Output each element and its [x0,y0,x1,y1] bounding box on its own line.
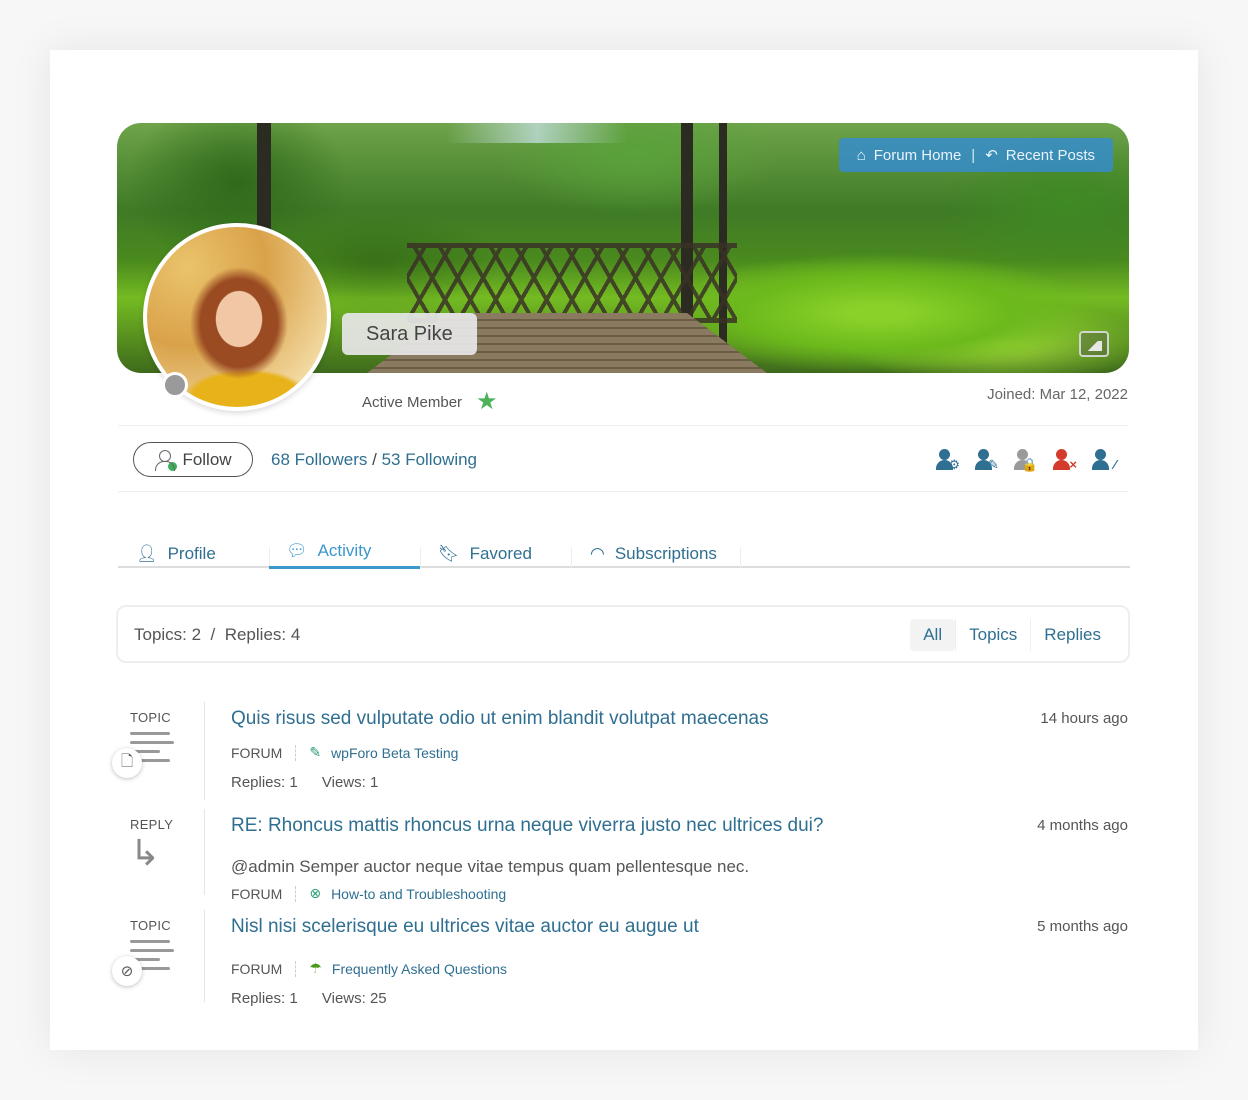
recent-posts-link[interactable]: ↶ Recent Posts [985,146,1095,165]
item-time: 5 months ago [1037,918,1128,935]
follow-counts: 68 Followers / 53 Following [271,450,478,469]
item-type: TOPIC [130,710,171,725]
followers-link[interactable]: 68 Followers [271,450,367,469]
comments-icon: 💬︎ [286,540,308,560]
change-cover-icon[interactable] [1079,331,1109,357]
user-ban-icon[interactable]: × [1053,448,1077,472]
tab-subscriptions[interactable]: ◠ Subscriptions [590,539,717,568]
profile-card: ⌂ Forum Home | ↶ Recent Posts Sara Pike … [50,50,1198,1050]
follow-user-icon [154,449,178,471]
forum-link[interactable]: wpForo Beta Testing [331,745,458,761]
joined-date: Joined: Mar 12, 2022 [987,386,1128,403]
item-stats: Replies: 1 Views: 1 [231,774,379,791]
item-title-link[interactable]: Quis risus sed vulputate odio ut enim bl… [231,708,769,730]
star-icon: ★ [476,388,498,415]
activity-filter: Topics: 2 / Replies: 4 All Topics Replie… [116,605,1130,663]
item-forum: FORUM ☂ Frequently Asked Questions [231,960,507,977]
active-tab-indicator [269,566,420,569]
filter-all[interactable]: All [910,619,956,651]
eye-slash-icon: ⊘ [112,956,142,986]
lifebuoy-icon: ⊗ [309,885,322,901]
tab-favored[interactable]: 🔖︎ Favored [438,539,532,568]
forum-home-link[interactable]: ⌂ Forum Home [857,147,962,164]
item-forum: FORUM ✎ wpForo Beta Testing [231,744,459,761]
forum-link[interactable]: Frequently Asked Questions [332,961,507,977]
user-icon: 👤︎ [136,543,158,563]
reply-arrow-icon: ↳ [130,832,161,873]
item-forum: FORUM ⊗ How-to and Troubleshooting [231,885,507,902]
document-icon: 🗋 [112,748,142,778]
item-title-link[interactable]: Nisl nisi scelerisque eu ultrices vitae … [231,916,699,938]
filter-replies[interactable]: Replies [1030,619,1114,651]
user-lock-icon[interactable]: 🔒 [1014,448,1038,472]
reply-arrow-icon: ↶ [985,147,998,164]
forum-link[interactable]: How-to and Troubleshooting [331,886,506,902]
profile-actions: ⚙ ✎ 🔒 × ⁄ [936,448,1116,472]
pen-icon: ✎ [309,744,322,760]
user-edit-icon[interactable]: ✎ [975,448,999,472]
follow-bar: Follow 68 Followers / 53 Following ⚙ ✎ 🔒 × ⁄ [118,425,1128,492]
following-link[interactable]: 53 Following [382,450,477,469]
rss-icon: ◠ [590,543,605,563]
item-excerpt: @admin Semper auctor neque vitae tempus … [231,857,750,876]
user-settings-icon[interactable]: ⚙ [936,448,960,472]
item-title-link[interactable]: RE: Rhoncus mattis rhoncus urna neque vi… [231,815,823,837]
item-stats: Replies: 1 Views: 25 [231,990,387,1007]
user-slash-icon[interactable]: ⁄ [1092,448,1116,472]
filter-topics[interactable]: Topics [955,619,1030,651]
item-type: TOPIC [130,918,171,933]
online-status-dot [162,372,188,398]
follow-button[interactable]: Follow [133,442,253,477]
activity-totals: Topics: 2 / Replies: 4 [134,625,301,644]
tab-activity[interactable]: 💬︎ Activity [286,536,371,565]
forum-nav: ⌂ Forum Home | ↶ Recent Posts [838,138,1113,172]
umbrella-icon: ☂ [309,960,322,976]
profile-name: Sara Pike [342,313,477,355]
profile-tabs: 👤︎ Profile 💬︎ Activity 🔖︎ Favored ◠ Subs… [118,541,1130,569]
member-rank: Active Member ★ [362,388,498,415]
item-time: 4 months ago [1037,817,1128,834]
item-time: 14 hours ago [1040,710,1128,727]
bookmark-icon: 🔖︎ [438,543,460,563]
tab-profile[interactable]: 👤︎ Profile [136,539,216,568]
item-type: REPLY [130,817,174,832]
home-icon: ⌂ [856,146,866,164]
